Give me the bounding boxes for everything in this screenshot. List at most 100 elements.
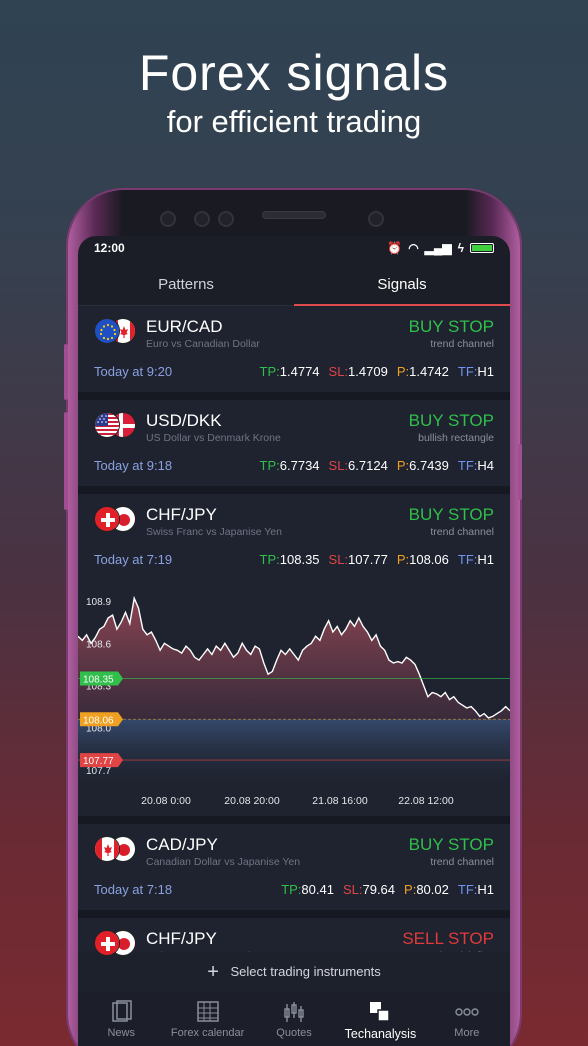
- sensor: [218, 211, 234, 227]
- price-value: 80.02: [416, 882, 449, 897]
- nav-label: More: [454, 1027, 480, 1039]
- x-tick-label: 22.08 12:00: [398, 795, 454, 807]
- signal-levels: TP:108.35 SL:107.77 P:108.06 TF:H1: [260, 552, 494, 567]
- select-instruments-label: Select trading instruments: [230, 964, 381, 979]
- signal-card[interactable]: USD/DKK US Dollar vs Denmark Krone BUY S…: [78, 400, 510, 494]
- tab-patterns[interactable]: Patterns: [78, 260, 294, 305]
- flag-eu-icon: [94, 318, 120, 344]
- alarm-off-icon: ⏰: [387, 241, 403, 255]
- signal-levels: TP:1.4774 SL:1.4709 P:1.4742 TF:H1: [260, 364, 494, 379]
- app-screen: 12:00 ⏰ ◠ ▂▄▆ ϟ Patterns Signals EUR/CAD…: [78, 236, 510, 1046]
- pair-description: Euro vs Canadian Dollar: [146, 338, 260, 350]
- sl-value: 79.64: [362, 882, 396, 897]
- price-chart[interactable]: 108.9 108.6 108.3 108.0 107.7 108.35 108.06 107…: [78, 580, 510, 816]
- nav-more[interactable]: More: [424, 992, 510, 1046]
- pair-name: CHF/JPY: [146, 505, 217, 524]
- signal-icon: ▂▄▆: [424, 241, 452, 255]
- chart-area-below: [78, 719, 510, 784]
- signal-levels: TP:6.7734 SL:6.7124 P:6.7439 TF:H4: [260, 458, 494, 473]
- price-value: 6.7439: [409, 458, 449, 473]
- pattern-name: trend channel: [430, 856, 494, 868]
- tp-value: 6.7734: [279, 458, 320, 473]
- charging-icon: ϟ: [457, 241, 464, 255]
- status-bar: 12:00 ⏰ ◠ ▂▄▆ ϟ: [78, 236, 510, 260]
- timeframe-value: H1: [477, 552, 494, 567]
- pair-name: USD/DKK: [146, 411, 222, 430]
- clock: 12:00: [94, 241, 125, 255]
- pair-name: EUR/CAD: [146, 317, 223, 336]
- currency-flags: [94, 412, 138, 440]
- promo-title: Forex signals: [138, 45, 450, 101]
- signal-card[interactable]: CAD/JPY Canadian Dollar vs Japanise Yen …: [78, 824, 510, 918]
- plus-icon: +: [207, 961, 219, 983]
- currency-flags: [94, 836, 138, 864]
- tp-label: TP:: [281, 882, 302, 897]
- promo-subtitle: for efficient trading: [166, 104, 422, 139]
- tab-bar: Patterns Signals: [78, 260, 510, 306]
- flag-ch-icon: [94, 506, 120, 532]
- nav-label: Forex calendar: [170, 1027, 245, 1039]
- select-instruments-button[interactable]: + Select trading instruments: [78, 952, 510, 992]
- price-value: 108.06: [409, 552, 449, 567]
- signal-card[interactable]: CHF/JPY Swiss Franc vs Japanise Yen BUY …: [78, 494, 510, 824]
- timeframe-label: TF:: [457, 364, 478, 379]
- signal-card[interactable]: EUR/CAD Euro vs Canadian Dollar BUY STOP…: [78, 306, 510, 400]
- y-tick-label: 107.7: [86, 766, 111, 777]
- nav-forex-calendar[interactable]: Forex calendar: [164, 992, 250, 1046]
- price-label: P:: [396, 552, 410, 567]
- tp-label: TP:: [259, 552, 280, 567]
- price-label: P:: [404, 882, 417, 897]
- flag-us-icon: [94, 412, 120, 438]
- price-label: P:: [396, 458, 410, 473]
- signal-list: EUR/CAD Euro vs Canadian Dollar BUY STOP…: [78, 306, 510, 976]
- timeframe-label: TF:: [457, 552, 478, 567]
- level-tag-label: 107.77: [83, 756, 114, 767]
- signal-time: Today at 7:18: [94, 882, 173, 897]
- chart-svg: 108.9108.6108.3108.0107.7108.35108.06107…: [78, 595, 510, 807]
- timeframe-value: H4: [477, 458, 494, 473]
- level-tag-label: 108.35: [83, 674, 114, 685]
- nav-news[interactable]: News: [78, 992, 164, 1046]
- tp-label: TP:: [259, 458, 280, 473]
- timeframe-label: TF:: [457, 458, 478, 473]
- timeframe-value: H1: [477, 364, 494, 379]
- y-tick-label: 108.6: [86, 639, 111, 650]
- tp-value: 1.4774: [279, 364, 320, 379]
- nav-label: News: [107, 1027, 135, 1039]
- power-button: [518, 444, 522, 500]
- x-tick-label: 21.08 16:00: [312, 795, 368, 807]
- sensor: [194, 211, 210, 227]
- battery-icon: [470, 243, 494, 253]
- sl-label: SL:: [342, 882, 363, 897]
- tp-value: 80.41: [301, 882, 334, 897]
- pair-description: Canadian Dollar vs Japanise Yen: [146, 856, 301, 868]
- pair-description: Swiss Franc vs Japanise Yen: [146, 526, 282, 538]
- flag-ca-icon: [94, 836, 120, 862]
- signal-time: Today at 7:19: [94, 552, 173, 567]
- tab-signals[interactable]: Signals: [294, 260, 510, 306]
- techanalysis-icon: [337, 1000, 423, 1024]
- volume-button: [64, 344, 68, 400]
- sl-value: 6.7124: [348, 458, 388, 473]
- calendar-icon: [164, 1000, 250, 1024]
- sl-label: SL:: [328, 552, 349, 567]
- bottom-navigation: News Forex calendar Quotes Techanalysis More: [78, 992, 510, 1046]
- tp-value: 108.35: [279, 552, 320, 567]
- pattern-name: trend channel: [430, 526, 494, 538]
- signal-type: SELL STOP: [402, 929, 494, 948]
- nav-label: Quotes: [276, 1027, 312, 1039]
- y-tick-label: 108.9: [86, 597, 111, 608]
- x-tick-label: 20.08 0:00: [141, 795, 191, 807]
- pair-name: CHF/JPY: [146, 929, 217, 948]
- front-camera: [160, 211, 176, 227]
- nav-quotes[interactable]: Quotes: [251, 992, 337, 1046]
- flag-ch-icon: [94, 930, 120, 956]
- signal-type: BUY STOP: [408, 317, 494, 336]
- sl-label: SL:: [328, 458, 349, 473]
- more-icon: [424, 1000, 510, 1024]
- price-label: P:: [396, 364, 410, 379]
- price-value: 1.4742: [409, 364, 449, 379]
- x-tick-label: 20.08 20:00: [224, 795, 280, 807]
- nav-techanalysis[interactable]: Techanalysis: [337, 992, 423, 1046]
- tp-label: TP:: [259, 364, 280, 379]
